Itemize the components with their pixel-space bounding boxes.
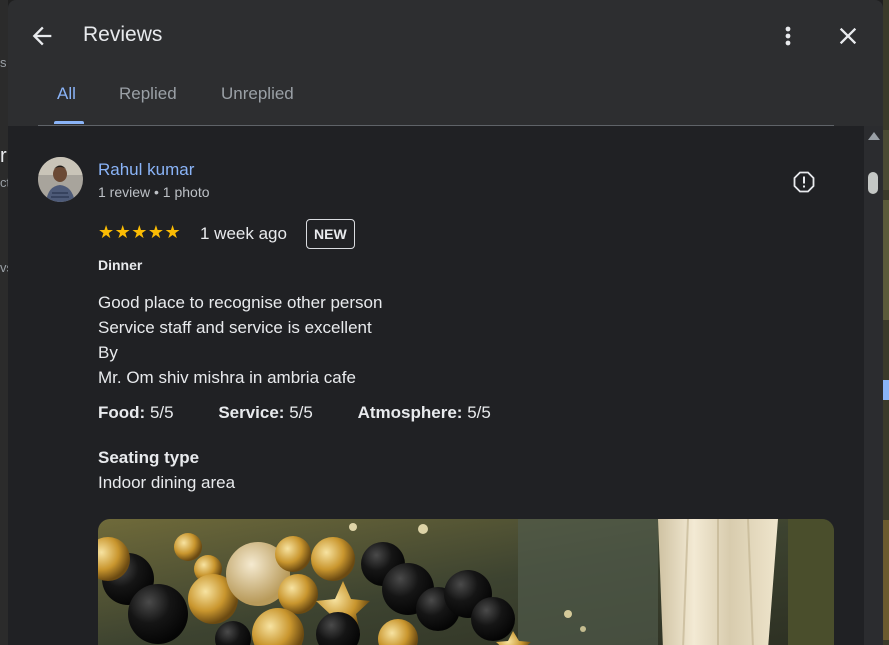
scrollbar-thumb[interactable] <box>868 172 878 194</box>
scroll-up-arrow-icon[interactable] <box>868 132 880 140</box>
review-text-line: Service staff and service is excellent <box>98 318 372 337</box>
background-text-fragment: r <box>0 145 7 167</box>
review-text-line: By <box>98 343 118 362</box>
active-tab-indicator <box>54 121 84 124</box>
rating-value: 5/5 <box>149 403 174 422</box>
person-photo-icon <box>38 157 83 202</box>
reviewer-meta: 1 review • 1 photo <box>98 184 210 200</box>
star-rating: ★★★★★ <box>98 222 182 242</box>
seating-type-value: Indoor dining area <box>98 473 236 492</box>
background-page-right <box>883 0 889 645</box>
rating-value: 5/5 <box>467 403 491 422</box>
tab-all[interactable]: All <box>57 84 76 104</box>
meal-type: Dinner <box>98 257 143 273</box>
more-vert-icon <box>785 26 791 46</box>
reviews-dialog: Reviews All Replied Unreplied Rahul kuma… <box>8 0 883 645</box>
reviewer-avatar[interactable] <box>38 157 83 202</box>
rating-label: Atmosphere: <box>357 403 463 422</box>
scrollbar[interactable] <box>864 126 883 645</box>
review-time: 1 week ago <box>200 224 287 243</box>
rating-food: Food: 5/5 <box>98 403 194 422</box>
close-icon <box>839 27 857 45</box>
close-button[interactable] <box>834 22 862 50</box>
review-text-line: Good place to recognise other person <box>98 293 383 312</box>
rating-label: Food: <box>98 403 146 422</box>
report-icon <box>793 171 815 193</box>
dialog-header: Reviews All Replied Unreplied <box>8 0 883 126</box>
review-photo[interactable] <box>98 519 834 645</box>
report-review-button[interactable] <box>792 170 816 194</box>
header-divider <box>38 125 834 126</box>
background-page-left: s r ct vs <box>0 0 13 645</box>
balloon-decoration-photo <box>98 519 834 645</box>
arrow-back-icon <box>32 26 52 46</box>
background-text-fragment: s <box>0 55 7 70</box>
review-filter-tabs: All Replied Unreplied <box>8 72 883 126</box>
rating-label: Service: <box>218 403 285 422</box>
tab-unreplied[interactable]: Unreplied <box>221 84 294 104</box>
more-options-button[interactable] <box>776 22 800 50</box>
review-text-line: Mr. Om shiv mishra in ambria cafe <box>98 368 356 387</box>
reviewer-name[interactable]: Rahul kumar <box>98 160 194 180</box>
back-button[interactable] <box>28 22 56 50</box>
rating-value: 5/5 <box>289 403 313 422</box>
rating-service: Service: 5/5 <box>218 403 333 422</box>
tab-replied[interactable]: Replied <box>119 84 177 104</box>
new-badge: NEW <box>306 219 355 249</box>
sub-ratings: Food: 5/5 Service: 5/5 Atmosphere: 5/5 <box>98 403 531 423</box>
seating-type-label: Seating type <box>98 448 200 467</box>
rating-atmosphere: Atmosphere: 5/5 <box>358 403 511 422</box>
review-text: Good place to recognise other person Ser… <box>98 290 382 390</box>
dialog-title: Reviews <box>83 23 163 46</box>
